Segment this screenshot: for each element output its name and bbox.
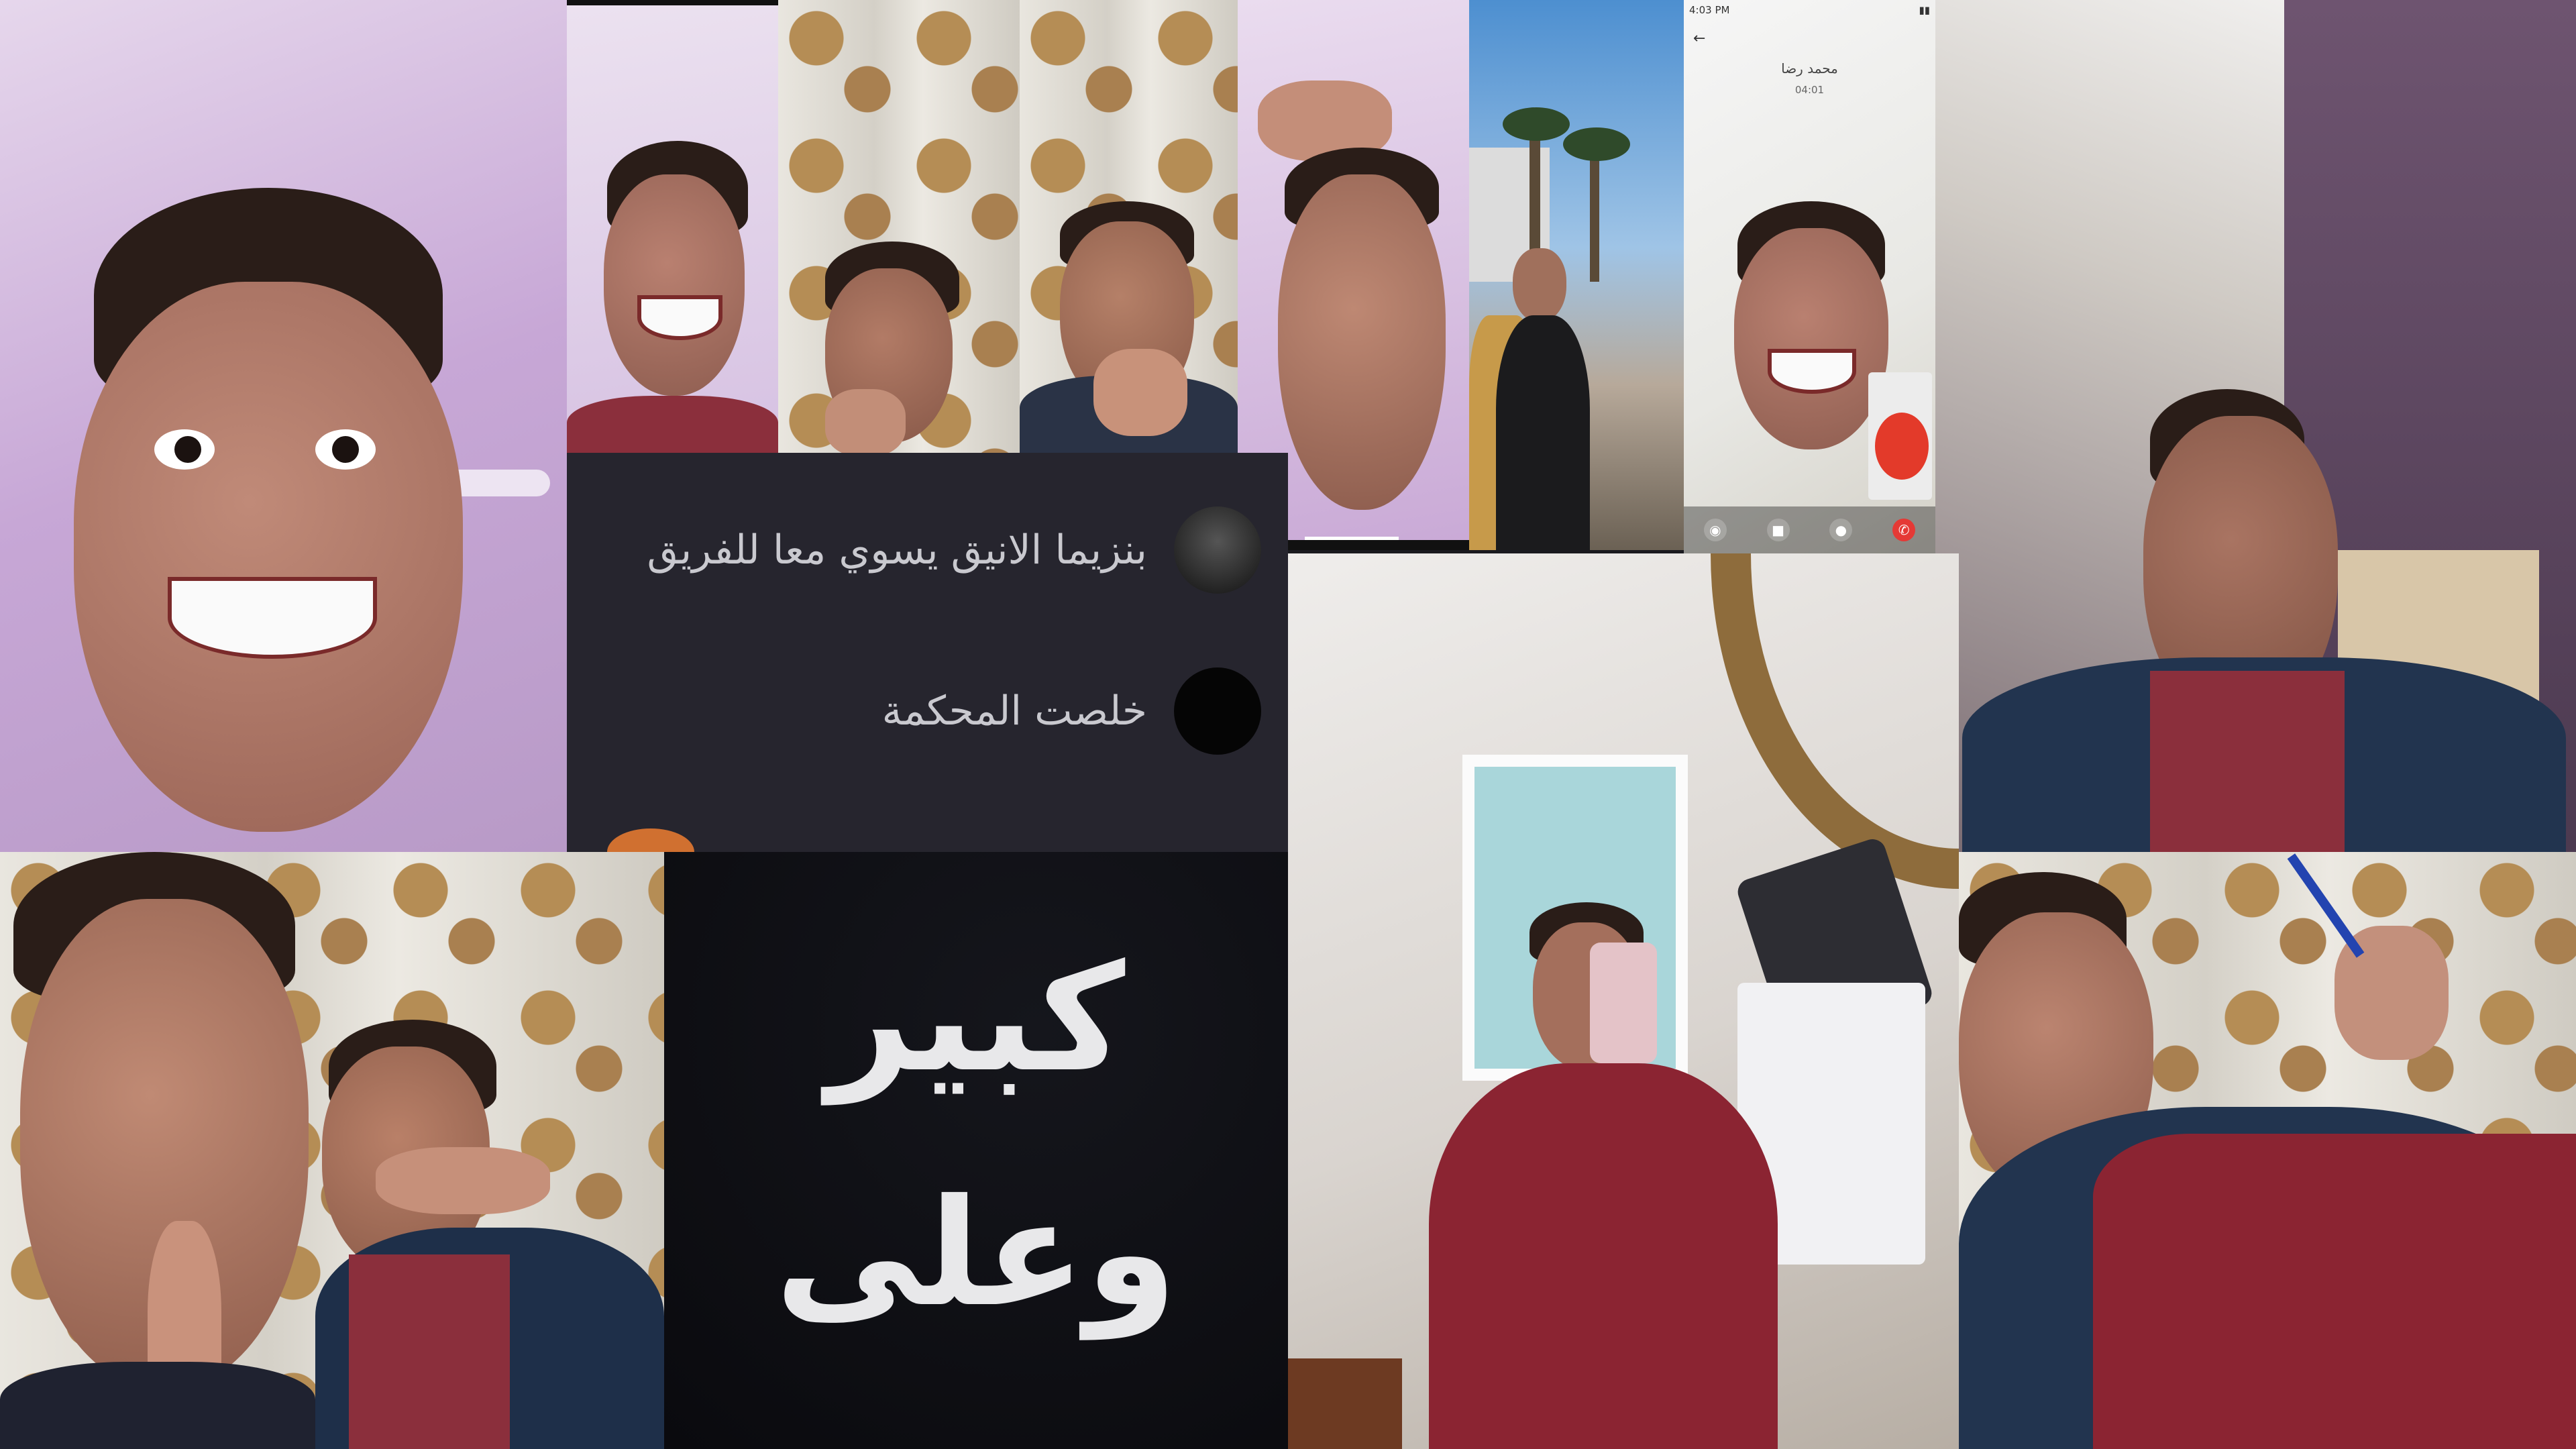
photo-mirror-selfie (1288, 553, 1959, 1449)
video-icon[interactable]: ■ (1766, 519, 1790, 541)
avatar (1174, 506, 1261, 594)
photo-two-poses (0, 852, 664, 1449)
avatar (1174, 667, 1261, 755)
face (1734, 228, 1888, 449)
microphone-icon[interactable]: ● (1829, 519, 1853, 541)
camera-icon[interactable]: ◉ (1703, 519, 1727, 541)
photo-purple-selfie (0, 0, 567, 852)
clock: 4:03 PM (1689, 4, 1730, 16)
chat-message-1: بنزيما الانيق يسوي معا للفريق (567, 506, 1288, 594)
face (74, 282, 463, 832)
contact-name: محمد رضا (1781, 60, 1838, 76)
call-duration: 04:01 (1794, 84, 1825, 96)
face (1513, 248, 1566, 322)
video-call-screen: 4:03 PM ▮▮ ← محمد رضا 04:01 ◉ ■ ● ✆ (1684, 0, 1935, 553)
face (604, 174, 745, 396)
photo-curtain-pose-a (778, 0, 1020, 453)
end-call-button[interactable]: ✆ (1892, 519, 1916, 541)
phone (1590, 943, 1657, 1063)
caption-line-1: كبير (826, 932, 1126, 1104)
photo-smile-selfie (567, 0, 778, 453)
caption-panel: كبير وعلى (664, 852, 1288, 1449)
photo-looking-up (1935, 0, 2576, 852)
call-controls: ◉ ■ ● ✆ (1684, 506, 1935, 553)
pen (2287, 853, 2365, 958)
signal-icon: ▮▮ (1919, 4, 1930, 16)
chat-message-2: خلصت المحكمة (567, 667, 1288, 755)
photo-curtain-pose-b (1020, 0, 1238, 453)
self-view-thumbnail[interactable] (1868, 372, 1932, 500)
photo-pen-pose (1959, 852, 2576, 1449)
photo-outdoor-palms (1469, 0, 1684, 550)
message-text: خلصت المحكمة (881, 688, 1147, 735)
caption-line-2: وعلى (775, 1167, 1177, 1339)
status-bar: 4:03 PM ▮▮ (1689, 4, 1930, 16)
message-text: بنزيما الانيق يسوي معا للفريق (647, 527, 1148, 574)
chat-screenshot: بنزيما الانيق يسوي معا للفريق خلصت المحك… (567, 453, 1288, 859)
face (1278, 174, 1446, 510)
back-icon[interactable]: ← (1693, 30, 1705, 47)
